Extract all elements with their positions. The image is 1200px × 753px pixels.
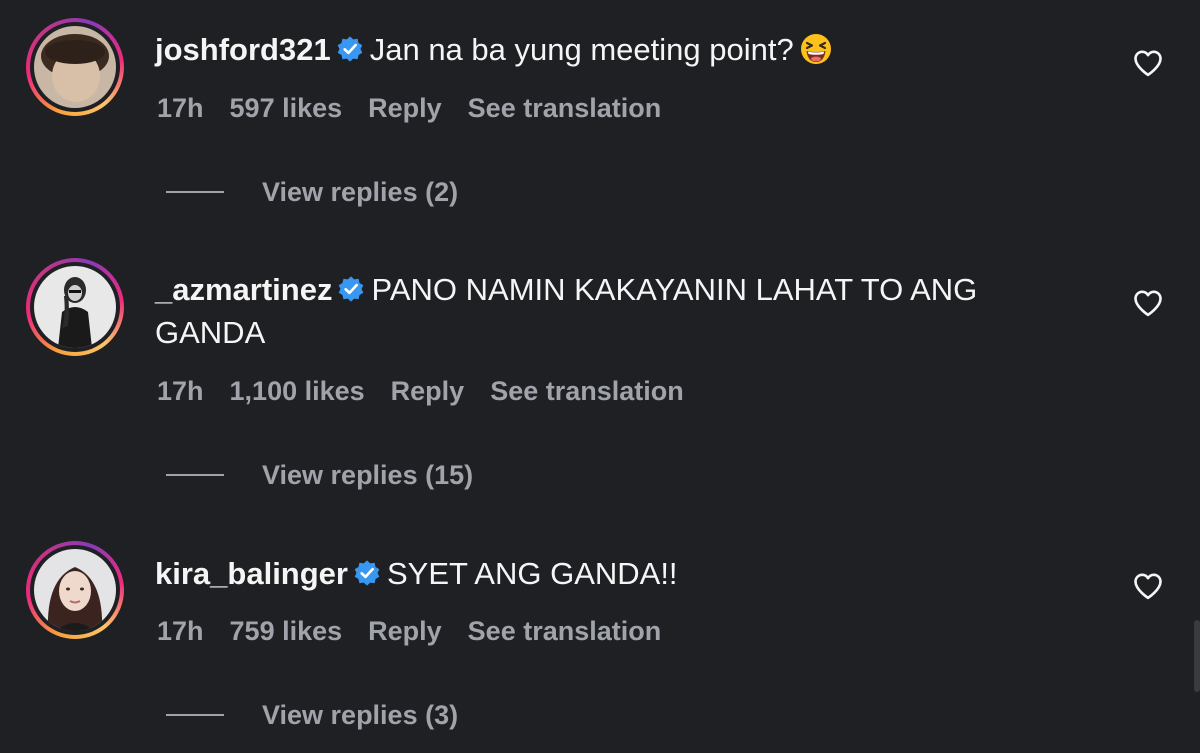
reply-button[interactable]: Reply [368, 616, 442, 646]
reply-button[interactable]: Reply [391, 376, 465, 406]
avatar[interactable] [34, 26, 116, 108]
reply-button[interactable]: Reply [368, 93, 442, 123]
comment-meta: 17h 759 likes Reply See translation [157, 616, 687, 647]
comment-body: _azmartinez PANO NAMIN KAKAYANIN LAHAT TO… [155, 268, 1055, 354]
timestamp: 17h [157, 93, 204, 123]
story-ring[interactable] [26, 541, 124, 639]
grinning-squinting-face-icon [800, 34, 831, 64]
replies-divider [166, 714, 224, 716]
view-replies-label: View replies (15) [262, 459, 474, 490]
verified-badge-icon [337, 36, 363, 62]
likes-count[interactable]: 759 likes [230, 616, 343, 646]
comment-text: Jan na ba yung meeting point? [369, 32, 794, 67]
comment-meta: 17h 1,100 likes Reply See translation [157, 376, 710, 407]
see-translation-link[interactable]: See translation [468, 93, 662, 123]
comment-body: joshford321 Jan na ba yung meeting point? [155, 28, 1055, 71]
story-ring[interactable] [26, 258, 124, 356]
username[interactable]: joshford321 [155, 32, 331, 67]
view-replies-button[interactable]: View replies (15) [166, 457, 473, 493]
verified-badge-icon [339, 276, 364, 302]
view-replies-label: View replies (3) [262, 699, 459, 730]
comment-text: SYET ANG GANDA!! [386, 556, 678, 591]
avatar[interactable] [34, 266, 116, 348]
comment-meta: 17h 597 likes Reply See translation [157, 93, 687, 124]
timestamp: 17h [157, 376, 204, 406]
view-replies-button[interactable]: View replies (2) [166, 174, 458, 210]
story-ring[interactable] [26, 18, 124, 116]
view-replies-label: View replies (2) [262, 176, 459, 207]
see-translation-link[interactable]: See translation [490, 376, 684, 406]
like-heart-icon[interactable] [1133, 289, 1163, 317]
verified-badge-icon [354, 560, 380, 586]
likes-count[interactable]: 597 likes [230, 93, 343, 123]
likes-count[interactable]: 1,100 likes [230, 376, 365, 406]
comment-body: kira_balinger SYET ANG GANDA!! [155, 552, 1055, 595]
like-heart-icon[interactable] [1133, 49, 1163, 77]
see-translation-link[interactable]: See translation [468, 616, 662, 646]
view-replies-button[interactable]: View replies (3) [166, 697, 458, 733]
timestamp: 17h [157, 616, 204, 646]
avatar[interactable] [34, 549, 116, 631]
username[interactable]: _azmartinez [155, 272, 332, 307]
replies-divider [166, 474, 224, 476]
username[interactable]: kira_balinger [155, 556, 348, 591]
like-heart-icon[interactable] [1133, 572, 1163, 600]
replies-divider [166, 191, 224, 193]
scrollbar[interactable] [1194, 620, 1200, 692]
